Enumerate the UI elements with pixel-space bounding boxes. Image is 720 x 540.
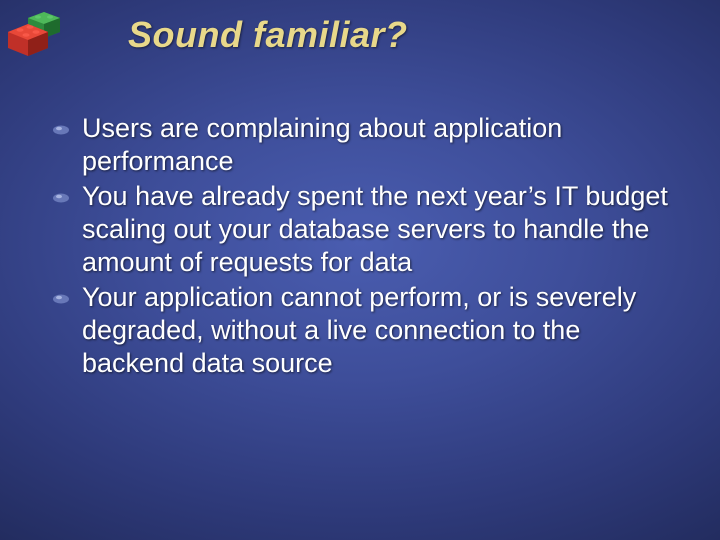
list-item: Your application cannot perform, or is s… — [52, 281, 680, 380]
bullet-icon — [52, 180, 82, 204]
bullet-text: Your application cannot perform, or is s… — [82, 281, 680, 380]
list-item: Users are complaining about application … — [52, 112, 680, 178]
list-item: You have already spent the next year’s I… — [52, 180, 680, 279]
slide: Sound familiar? Users are complaining ab… — [0, 0, 720, 540]
lego-blocks-icon — [6, 6, 68, 58]
bullet-icon — [52, 112, 82, 136]
slide-title: Sound familiar? — [128, 14, 408, 56]
bullet-text: Users are complaining about application … — [82, 112, 680, 178]
bullet-text: You have already spent the next year’s I… — [82, 180, 680, 279]
slide-content: Users are complaining about application … — [52, 112, 680, 382]
bullet-icon — [52, 281, 82, 305]
